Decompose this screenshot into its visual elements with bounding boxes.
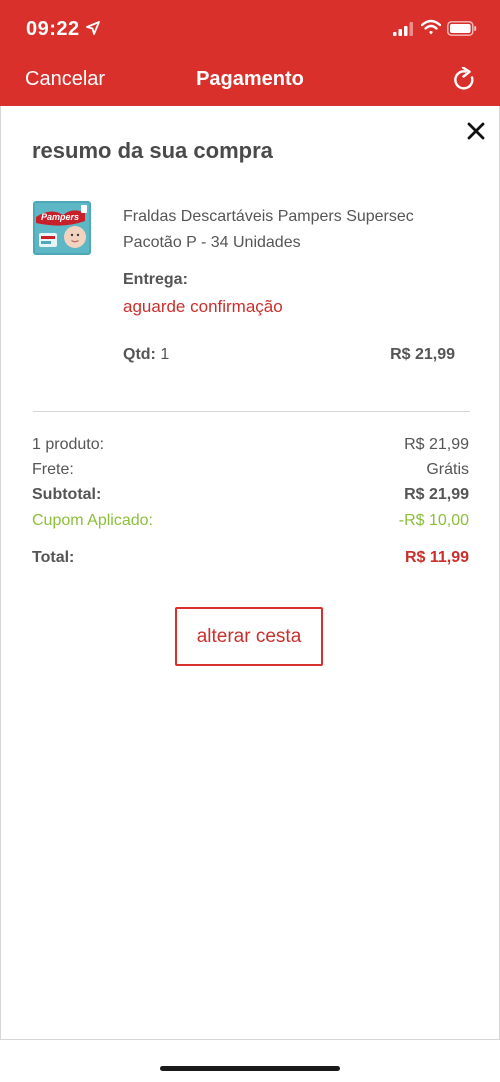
item-price: R$ 21,99: [390, 346, 455, 363]
products-label: 1 produto:: [32, 436, 105, 453]
purchase-summary-card: resumo da sua compra Pampers Fraldas Des…: [0, 106, 500, 1040]
home-indicator[interactable]: [160, 1066, 340, 1071]
delivery-label: Entrega:: [123, 271, 188, 288]
subtotal-value: R$ 21,99: [404, 486, 469, 503]
header: 09:22 Cancelar Pagamento: [0, 0, 500, 106]
screen: 09:22 Cancelar Pagamento resumo da sua c…: [0, 0, 500, 1082]
product-image: Pampers: [33, 201, 91, 255]
signal-icon: [393, 22, 413, 36]
subtotal-label: Subtotal:: [32, 486, 102, 503]
refresh-icon[interactable]: [453, 67, 477, 93]
total-value: R$ 11,99: [404, 549, 469, 566]
svg-text:Pampers: Pampers: [41, 212, 79, 222]
quantity-value: 1: [160, 346, 170, 363]
battery-icon: [447, 21, 477, 36]
wifi-icon: [421, 19, 441, 35]
shipping-value: Grátis: [426, 461, 469, 478]
page-title: Pagamento: [196, 68, 304, 90]
delivery-status: aguarde confirmação: [123, 297, 283, 316]
shipping-label: Frete:: [32, 461, 74, 478]
cancel-button[interactable]: Cancelar: [25, 68, 105, 91]
location-arrow-icon: [86, 21, 100, 35]
status-time: 09:22: [26, 18, 80, 40]
summary-title: resumo da sua compra: [32, 138, 273, 163]
quantity: Qtd: 1: [123, 346, 169, 364]
coupon-value: -R$ 10,00: [398, 512, 469, 529]
products-value: R$ 21,99: [404, 436, 469, 453]
change-cart-button[interactable]: alterar cesta: [175, 607, 323, 666]
divider: [33, 411, 470, 412]
product-name: Fraldas Descartáveis Pampers Supersec Pa…: [123, 208, 414, 251]
coupon-label: Cupom Aplicado:: [32, 512, 153, 529]
quantity-label: Qtd:: [123, 346, 156, 363]
total-label: Total:: [32, 549, 75, 566]
close-icon[interactable]: [467, 122, 485, 140]
